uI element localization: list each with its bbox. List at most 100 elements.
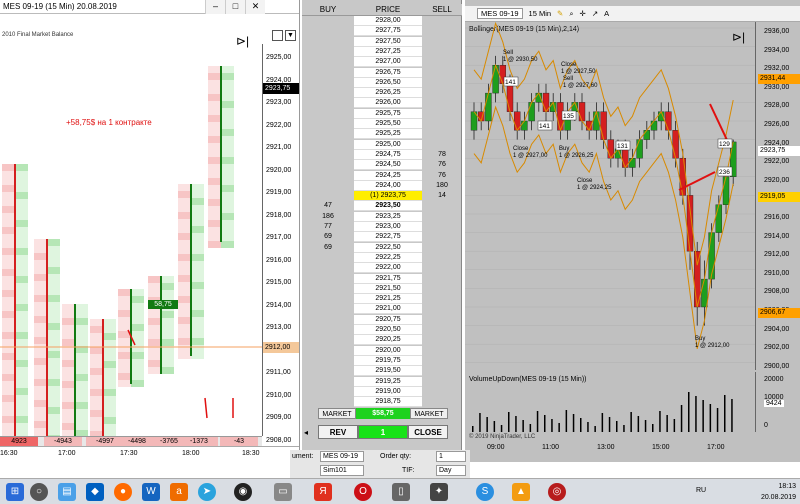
dom-buy-cell[interactable] xyxy=(302,181,354,191)
dom-sell-cell[interactable]: 180 xyxy=(422,181,462,191)
dom-sell-cell[interactable] xyxy=(422,109,462,119)
dom-row[interactable]: 2924,25 76 xyxy=(302,170,462,181)
account-dropdown[interactable]: Sim101 xyxy=(320,465,364,476)
dom-sell-cell[interactable] xyxy=(422,201,462,211)
dom-row[interactable]: (1) 2923,75 14 xyxy=(302,191,462,202)
buy-market-button[interactable]: MARKET xyxy=(318,408,356,419)
dom-buy-cell[interactable] xyxy=(302,253,354,263)
dom-buy-cell[interactable] xyxy=(302,171,354,181)
sell-market-button[interactable]: MARKET xyxy=(410,408,448,419)
dom-row[interactable]: 2924,50 76 xyxy=(302,160,462,171)
dom-sell-cell[interactable]: 78 xyxy=(422,150,462,160)
volume-pane[interactable]: VolumeUpDown(MES 09-19 (15 Min)) xyxy=(465,372,755,432)
reverse-button[interactable]: REV xyxy=(318,425,358,439)
dom-buy-cell[interactable] xyxy=(302,315,354,325)
dom-buy-cell[interactable] xyxy=(302,109,354,119)
dom-buy-cell[interactable] xyxy=(302,140,354,150)
ninjatrader-icon[interactable]: ◎ xyxy=(548,483,566,501)
dom-sell-cell[interactable] xyxy=(422,335,462,345)
dom-sell-cell[interactable] xyxy=(422,253,462,263)
dom-row[interactable]: 2922,00 xyxy=(302,263,462,274)
dom-ladder[interactable]: 2928,00 2927,75 2927,50 2927,25 2927,00 2926,… xyxy=(302,16,462,408)
dom-row[interactable]: 2927,75 xyxy=(302,26,462,37)
dom-row[interactable]: 2920,75 xyxy=(302,314,462,325)
dom-row[interactable]: 2925,75 xyxy=(302,108,462,119)
dom-buy-cell[interactable] xyxy=(302,47,354,57)
dom-row[interactable]: 2927,25 xyxy=(302,46,462,57)
monitor-icon[interactable]: ▭ xyxy=(274,483,292,501)
dom-buy-cell[interactable] xyxy=(302,150,354,160)
dom-buy-cell[interactable] xyxy=(302,16,354,26)
dom-row[interactable]: 2920,25 xyxy=(302,335,462,346)
opera-icon[interactable]: O xyxy=(354,483,372,501)
firefox-icon[interactable]: ● xyxy=(114,483,132,501)
vlc-icon[interactable]: ▲ xyxy=(512,483,530,501)
dom-row[interactable]: 2922,25 xyxy=(302,252,462,263)
dom-row[interactable]: 2919,50 xyxy=(302,366,462,377)
dom-sell-cell[interactable] xyxy=(422,212,462,222)
dom-row[interactable]: 2918,75 xyxy=(302,397,462,408)
dom-buy-cell[interactable] xyxy=(302,160,354,170)
dom-sell-cell[interactable] xyxy=(422,57,462,67)
dom-sell-cell[interactable] xyxy=(422,37,462,47)
dom-row[interactable]: 2925,50 xyxy=(302,119,462,129)
magnify-icon[interactable]: ⌕ xyxy=(569,9,573,19)
dom-row[interactable]: 2925,25 xyxy=(302,129,462,140)
dom-row[interactable]: 47 2923,50 xyxy=(302,201,462,212)
tif-dropdown[interactable]: Day xyxy=(436,465,466,476)
qty-input[interactable]: 1 xyxy=(436,451,466,462)
dom-row[interactable]: 2919,75 xyxy=(302,355,462,366)
dom-buy-cell[interactable]: 69 xyxy=(302,243,354,253)
app-icon[interactable]: ✦ xyxy=(430,483,448,501)
explorer-icon[interactable]: ▤ xyxy=(58,483,76,501)
minimize-button[interactable]: – xyxy=(205,0,225,14)
document-icon[interactable]: ▯ xyxy=(392,483,410,501)
dom-buy-cell[interactable] xyxy=(302,263,354,273)
dom-buy-cell[interactable] xyxy=(302,356,354,366)
dom-sell-cell[interactable] xyxy=(422,243,462,253)
dom-buy-cell[interactable] xyxy=(302,88,354,98)
dom-row[interactable]: 186 2923,25 xyxy=(302,211,462,222)
dom-buy-cell[interactable] xyxy=(302,346,354,356)
dom-row[interactable]: 2924,75 78 xyxy=(302,149,462,160)
dom-buy-cell[interactable]: 47 xyxy=(302,201,354,211)
dom-buy-cell[interactable] xyxy=(302,377,354,387)
dom-sell-cell[interactable] xyxy=(422,284,462,294)
dom-sell-cell[interactable]: 76 xyxy=(422,160,462,170)
close-button[interactable]: ✕ xyxy=(245,0,265,14)
clock[interactable]: 18:13 20.08.2019 xyxy=(761,481,796,503)
dom-buy-cell[interactable] xyxy=(302,284,354,294)
dom-row[interactable]: 2920,00 xyxy=(302,345,462,356)
dom-row[interactable]: 2920,50 xyxy=(302,325,462,335)
dom-buy-cell[interactable] xyxy=(302,325,354,335)
dom-sell-cell[interactable] xyxy=(422,16,462,26)
dom-buy-cell[interactable] xyxy=(302,26,354,36)
dom-buy-cell[interactable] xyxy=(302,335,354,345)
dom-buy-cell[interactable] xyxy=(302,366,354,376)
dom-sell-cell[interactable] xyxy=(422,88,462,98)
interval-selector[interactable]: 15 Min xyxy=(529,9,552,18)
dom-row[interactable]: 69 2922,50 xyxy=(302,242,462,253)
axis-toggle-checkbox[interactable] xyxy=(272,30,283,41)
ok-icon[interactable]: a xyxy=(170,483,188,501)
dom-sell-cell[interactable] xyxy=(422,377,462,387)
start-icon[interactable]: ⊞ xyxy=(6,483,24,501)
dom-row[interactable]: 77 2923,00 xyxy=(302,222,462,232)
dom-sell-cell[interactable] xyxy=(422,26,462,36)
word-icon[interactable]: W xyxy=(142,483,160,501)
dom-row[interactable]: 2921,25 xyxy=(302,294,462,305)
store-icon[interactable]: ◆ xyxy=(86,483,104,501)
skype-icon[interactable]: S xyxy=(476,483,494,501)
dom-sell-cell[interactable] xyxy=(422,274,462,284)
dom-row[interactable]: 2925,00 xyxy=(302,139,462,150)
dom-sell-cell[interactable] xyxy=(422,346,462,356)
dom-sell-cell[interactable] xyxy=(422,294,462,304)
dom-sell-cell[interactable] xyxy=(422,232,462,242)
dom-row[interactable]: 2928,00 xyxy=(302,16,462,26)
dom-buy-cell[interactable]: 69 xyxy=(302,232,354,242)
dom-row[interactable]: 2927,50 xyxy=(302,36,462,47)
footprint-price-axis[interactable]: 2925,00 2924,00 2923,00 2922,00 2921,00 2920,… xyxy=(262,44,299,444)
chevron-left-icon[interactable]: ◂ xyxy=(304,428,308,437)
dom-buy-cell[interactable] xyxy=(302,294,354,304)
dom-row[interactable]: 2921,00 xyxy=(302,304,462,315)
